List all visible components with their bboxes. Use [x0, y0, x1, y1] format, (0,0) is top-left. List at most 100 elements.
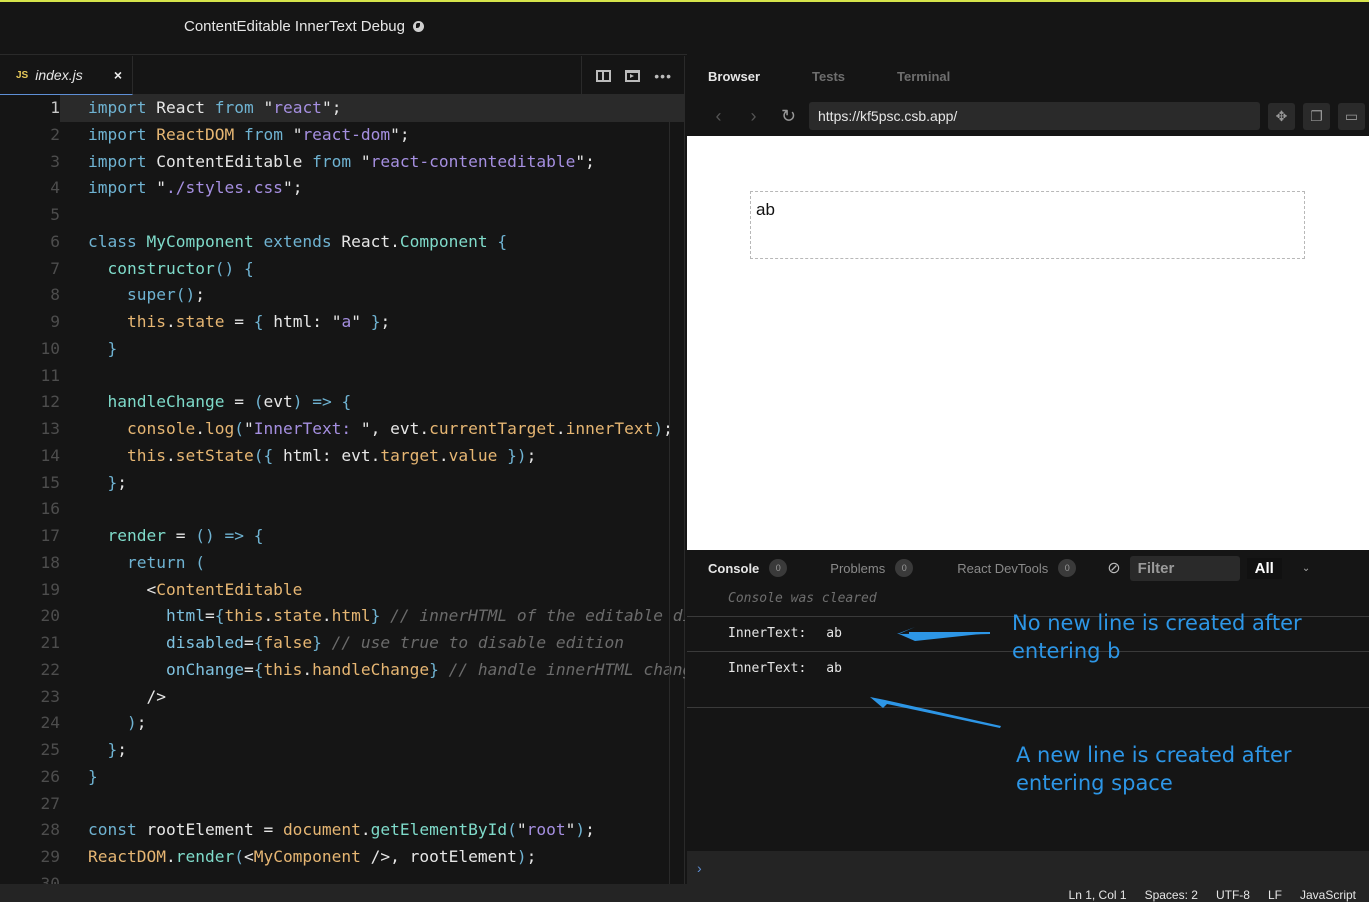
code-text[interactable]: return (: [60, 550, 685, 577]
tab-terminal[interactable]: Terminal: [897, 69, 950, 84]
code-text[interactable]: />: [60, 684, 685, 711]
code-line[interactable]: 20 html={this.state.html} // innerHTML o…: [0, 603, 686, 630]
console-tab-label: Console: [708, 560, 760, 576]
forward-icon[interactable]: ›: [736, 106, 771, 127]
line-number: 4: [50, 178, 60, 198]
code-text[interactable]: this.state = { html: "a" };: [60, 309, 685, 336]
tab-problems[interactable]: Problems 0: [830, 559, 914, 577]
code-line[interactable]: 15 };: [0, 470, 685, 497]
code-text[interactable]: import "./styles.css";: [60, 175, 685, 202]
code-line[interactable]: 4 import "./styles.css";: [0, 175, 685, 202]
split-editor-icon[interactable]: [596, 69, 612, 82]
line-number: 27: [40, 793, 61, 813]
code-text[interactable]: }: [60, 336, 685, 363]
url-input[interactable]: https://kf5psc.csb.app/: [809, 102, 1260, 130]
code-line[interactable]: 26}: [0, 764, 685, 791]
cursor-position[interactable]: Ln 1, Col 1: [1069, 888, 1127, 902]
line-number: 20: [40, 606, 61, 626]
code-text[interactable]: [60, 496, 685, 523]
code-text[interactable]: html={this.state.html} // innerHTML of t…: [60, 603, 685, 630]
code-line[interactable]: 13 console.log("InnerText: ", evt.curren…: [0, 416, 685, 443]
code-text[interactable]: import ContentEditable from "react-conte…: [60, 149, 685, 176]
clear-console-icon[interactable]: ⊘: [1107, 558, 1120, 578]
code-line[interactable]: 24 );: [0, 710, 685, 737]
code-text[interactable]: const rootElement = document.getElementB…: [60, 817, 685, 844]
line-ending[interactable]: LF: [1268, 888, 1282, 902]
code-text[interactable]: class MyComponent extends React.Componen…: [60, 229, 685, 256]
tab-index-js[interactable]: JS index.js ×: [0, 56, 133, 95]
reload-icon[interactable]: ↻: [771, 106, 806, 127]
code-line[interactable]: 29 ReactDOM.render(<MyComponent />, rootE…: [0, 844, 685, 871]
close-tab-icon[interactable]: ×: [114, 67, 122, 83]
devtools-icon[interactable]: ✥: [1268, 102, 1295, 130]
responsive-view-icon[interactable]: ▭: [1338, 102, 1365, 130]
code-text[interactable]: };: [60, 470, 685, 497]
code-line[interactable]: 2 import ReactDOM from "react-dom";: [0, 122, 685, 149]
log-value: ab: [826, 661, 842, 676]
code-area[interactable]: 1 import React from "react"; 2 import React…: [0, 95, 685, 884]
code-line[interactable]: 30: [0, 871, 685, 884]
code-line[interactable]: 1 import React from "react";: [0, 95, 685, 122]
code-text[interactable]: [60, 363, 685, 390]
code-text[interactable]: console.log("InnerText: ", evt.currentTa…: [60, 416, 685, 443]
tab-react-devtools[interactable]: React DevTools 0: [957, 559, 1077, 577]
chevron-down-icon[interactable]: ⌄: [1302, 563, 1310, 574]
console-count-badge: 0: [769, 559, 788, 577]
code-text[interactable]: );: [60, 710, 685, 737]
code-line[interactable]: 3 import ContentEditable from "react-cont…: [0, 149, 685, 176]
code-text[interactable]: constructor() {: [60, 256, 685, 283]
code-line[interactable]: 10 }: [0, 336, 685, 363]
more-options-icon[interactable]: •••: [654, 68, 672, 84]
code-line[interactable]: 14 this.setState({ html: evt.target.valu…: [0, 443, 685, 470]
code-line[interactable]: 8 super();: [0, 282, 685, 309]
language-mode[interactable]: JavaScript: [1300, 888, 1356, 902]
tab-tests[interactable]: Tests: [812, 69, 845, 84]
code-text[interactable]: }: [60, 764, 685, 791]
tab-browser[interactable]: Browser: [708, 69, 760, 84]
code-text[interactable]: <ContentEditable: [60, 577, 685, 604]
code-text[interactable]: [60, 791, 685, 818]
code-line[interactable]: 17 render = () => {: [0, 523, 685, 550]
code-line[interactable]: 7 constructor() {: [0, 256, 685, 283]
code-line[interactable]: 22 onChange={this.handleChange} // handl…: [0, 657, 686, 684]
open-preview-icon[interactable]: [625, 69, 641, 82]
tab-console[interactable]: Console 0: [708, 559, 788, 577]
code-text[interactable]: };: [60, 737, 685, 764]
open-new-window-icon[interactable]: ❐: [1303, 102, 1330, 130]
indentation[interactable]: Spaces: 2: [1145, 888, 1198, 902]
code-text[interactable]: [60, 202, 685, 229]
code-line[interactable]: 16: [0, 496, 685, 523]
code-text[interactable]: ReactDOM.render(<MyComponent />, rootEle…: [60, 844, 685, 871]
sandbox-title[interactable]: ContentEditable InnerText Debug: [184, 18, 424, 35]
code-line[interactable]: 11: [0, 363, 685, 390]
code-line[interactable]: 5: [0, 202, 685, 229]
code-text[interactable]: onChange={this.handleChange} // handle i…: [60, 657, 685, 684]
code-text[interactable]: this.setState({ html: evt.target.value }…: [60, 443, 685, 470]
back-icon[interactable]: ‹: [701, 106, 736, 127]
editor-scrollbar[interactable]: [669, 95, 670, 885]
code-line[interactable]: 9 this.state = { html: "a" };: [0, 309, 685, 336]
code-text[interactable]: import ReactDOM from "react-dom";: [60, 122, 685, 149]
code-text[interactable]: disabled={false} // use true to disable …: [60, 630, 685, 657]
code-text[interactable]: render = () => {: [60, 523, 685, 550]
code-line[interactable]: 23 />: [0, 684, 685, 711]
code-line[interactable]: 12 handleChange = (evt) => {: [0, 389, 685, 416]
code-text[interactable]: super();: [60, 282, 685, 309]
line-number: 16: [40, 499, 61, 519]
code-line[interactable]: 27: [0, 791, 685, 818]
encoding[interactable]: UTF-8: [1216, 888, 1250, 902]
code-text[interactable]: handleChange = (evt) => {: [60, 389, 685, 416]
content-editable-box[interactable]: ab: [750, 191, 1305, 259]
code-text[interactable]: [60, 871, 685, 884]
console-input[interactable]: ›: [687, 851, 1369, 885]
log-level-select[interactable]: All: [1246, 557, 1282, 579]
code-line[interactable]: 28 const rootElement = document.getElemen…: [0, 817, 685, 844]
code-line[interactable]: 6 class MyComponent extends React.Compone…: [0, 229, 685, 256]
code-line[interactable]: 21 disabled={false} // use true to disab…: [0, 630, 685, 657]
code-text[interactable]: import React from "react";: [60, 95, 685, 122]
code-line[interactable]: 19 <ContentEditable: [0, 577, 685, 604]
log-value: ab: [826, 626, 842, 641]
code-line[interactable]: 18 return (: [0, 550, 685, 577]
filter-input[interactable]: Filter: [1129, 555, 1240, 581]
code-line[interactable]: 25 };: [0, 737, 685, 764]
